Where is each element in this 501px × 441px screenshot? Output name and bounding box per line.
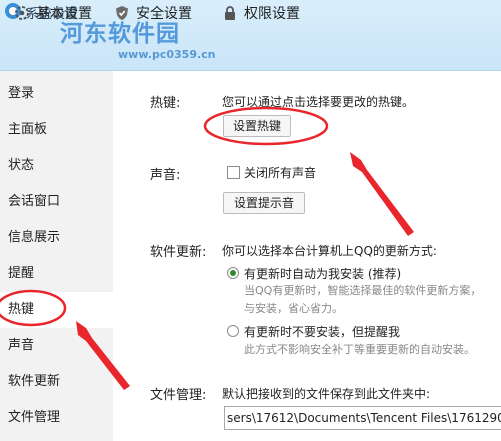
sidebar-item-hotkey[interactable]: 热键 [0,292,113,328]
set-notification-sound-button[interactable]: 设置提示音 [223,192,305,214]
set-hotkey-button[interactable]: 设置热键 [223,115,291,137]
notify-only-hint: 此方式不影响安全补丁等重要更新的自动安装。 [244,343,475,356]
file-management-description: 默认把接收到的文件保存到此文件夹中: [222,387,431,401]
file-management-label: 文件管理: [150,388,207,403]
gear-icon [15,6,29,20]
sidebar-item-reminder[interactable]: 提醒 [0,256,113,292]
auto-install-radio[interactable] [227,267,239,279]
hotkey-label: 热键: [150,96,181,111]
tab-label: 基本设置 [36,6,92,22]
sidebar-item-file-management[interactable]: 文件管理 [0,400,113,436]
sidebar-item-sound[interactable]: 声音 [0,328,113,364]
notify-only-label: 有更新时不要安装，但提醒我 [244,325,401,339]
tab-label: 权限设置 [244,6,300,22]
watermark-url: www.pc0359.cn [118,48,216,61]
tab-permission-settings[interactable]: 权限设置 [212,0,342,26]
auto-install-hint-line2: 与安装，省心省力。 [244,302,343,315]
sidebar-item-chat-window[interactable]: 会话窗口 [0,184,113,220]
mute-all-checkbox[interactable] [227,166,240,179]
save-folder-path-input[interactable]: sers\17612\Documents\Tencent Files\17612… [224,406,501,430]
window-header: 系统设置 河东软件园 www.pc0359.cn 基本设置 安全设置 权限设置 [0,0,501,71]
tab-label: 安全设置 [136,6,192,22]
sidebar-item-software-update[interactable]: 软件更新 [0,364,113,400]
update-label: 软件更新: [150,245,207,260]
hotkey-description: 您可以通过点击选择要更改的热键。 [222,95,415,109]
auto-install-label: 有更新时自动为我安装 (推荐) [244,267,402,281]
mute-all-label: 关闭所有声音 [244,166,317,180]
sidebar-item-login[interactable]: 登录 [0,76,113,112]
shield-icon [116,6,128,20]
notify-only-radio[interactable] [227,325,239,337]
sound-label: 声音: [150,168,181,183]
sidebar-item-info-display[interactable]: 信息展示 [0,220,113,256]
auto-install-hint-line1: 当QQ有更新时，智能选择最佳的软件更新方案， [244,284,482,297]
lock-icon [225,6,235,20]
tab-security-settings[interactable]: 安全设置 [104,0,224,26]
annotation-arrow-right [350,152,414,236]
sidebar-item-main-panel[interactable]: 主面板 [0,112,113,148]
sidebar-item-status[interactable]: 状态 [0,148,113,184]
sidebar: 登录 主面板 状态 会话窗口 信息展示 提醒 热键 声音 软件更新 文件管理 [0,71,113,441]
update-description: 你可以选择本台计算机上QQ的更新方式: [222,244,437,258]
